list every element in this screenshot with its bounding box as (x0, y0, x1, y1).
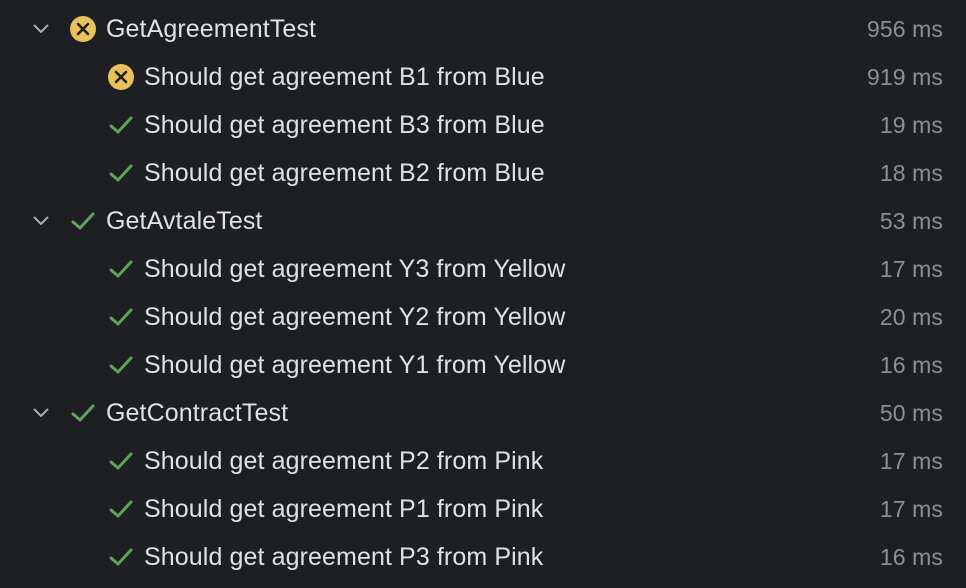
test-name: Should get agreement P2 from Pink (144, 447, 544, 475)
test-duration: 16 ms (879, 352, 943, 378)
test-duration: 19 ms (879, 112, 943, 138)
test-duration: 20 ms (879, 304, 943, 330)
check-icon (107, 303, 135, 331)
fail-icon (69, 15, 97, 43)
check-icon (107, 111, 135, 139)
check-icon (107, 159, 135, 187)
test-row[interactable]: Should get agreement B3 from Blue 19 ms (0, 101, 966, 149)
chevron-down-icon[interactable] (30, 402, 52, 424)
test-group-row[interactable]: GetContractTest 50 ms (0, 389, 966, 437)
test-duration: 17 ms (879, 256, 943, 282)
check-icon (107, 495, 135, 523)
test-group-name: GetAgreementTest (106, 15, 317, 43)
test-row[interactable]: Should get agreement B1 from Blue 919 ms (0, 53, 966, 101)
test-group-row[interactable]: GetAgreementTest 956 ms (0, 5, 966, 53)
check-icon (107, 543, 135, 571)
test-name: Should get agreement B3 from Blue (144, 111, 545, 139)
test-name: Should get agreement P3 from Pink (144, 543, 544, 571)
test-row[interactable]: Should get agreement Y1 from Yellow 16 m… (0, 341, 966, 389)
test-duration: 50 ms (879, 400, 943, 426)
check-icon (107, 255, 135, 283)
check-icon (69, 399, 97, 427)
test-duration: 17 ms (879, 496, 943, 522)
test-name: Should get agreement Y2 from Yellow (144, 303, 566, 331)
test-name: Should get agreement P1 from Pink (144, 495, 544, 523)
chevron-down-icon[interactable] (30, 18, 52, 40)
check-icon (107, 351, 135, 379)
test-row[interactable]: Should get agreement Y2 from Yellow 20 m… (0, 293, 966, 341)
test-row[interactable]: Should get agreement P2 from Pink 17 ms (0, 437, 966, 485)
test-row[interactable]: Should get agreement P1 from Pink 17 ms (0, 485, 966, 533)
chevron-down-icon[interactable] (30, 210, 52, 232)
test-duration: 956 ms (866, 16, 943, 42)
test-row[interactable]: Should get agreement B2 from Blue 18 ms (0, 149, 966, 197)
test-duration: 919 ms (866, 64, 943, 90)
test-duration: 17 ms (879, 448, 943, 474)
test-group-name: GetContractTest (106, 399, 289, 427)
test-duration: 18 ms (879, 160, 943, 186)
check-icon (69, 207, 97, 235)
test-row[interactable]: Should get agreement Y3 from Yellow 17 m… (0, 245, 966, 293)
test-duration: 53 ms (879, 208, 943, 234)
test-group-name: GetAvtaleTest (106, 207, 263, 235)
test-name: Should get agreement Y1 from Yellow (144, 351, 566, 379)
fail-icon (107, 63, 135, 91)
test-row[interactable]: Should get agreement P3 from Pink 16 ms (0, 533, 966, 581)
test-name: Should get agreement Y3 from Yellow (144, 255, 566, 283)
test-name: Should get agreement B2 from Blue (144, 159, 545, 187)
test-duration: 16 ms (879, 544, 943, 570)
test-group-row[interactable]: GetAvtaleTest 53 ms (0, 197, 966, 245)
test-name: Should get agreement B1 from Blue (144, 63, 545, 91)
test-results-tree: GetAgreementTest 956 ms Should get agree… (0, 0, 966, 588)
check-icon (107, 447, 135, 475)
